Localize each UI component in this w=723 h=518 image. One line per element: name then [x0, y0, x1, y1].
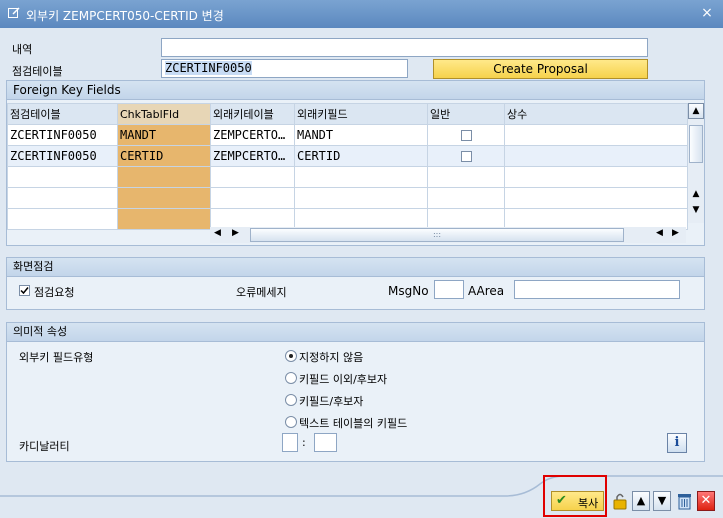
horizontal-scroll-thumb[interactable]: ::: — [250, 228, 624, 242]
check-table-value: ZCERTINF0050 — [165, 61, 252, 75]
scroll-down-icon[interactable]: ▼ — [688, 205, 704, 219]
check-required-label: 점검요청 — [34, 286, 75, 299]
cell-general — [427, 124, 505, 146]
cardinality-left-input[interactable] — [282, 433, 298, 452]
close-icon[interactable]: × — [699, 5, 715, 21]
screen-check-panel: 화면점검 점검요청 오류메세지 MsgNo AArea — [6, 257, 705, 310]
semantic-attributes-title: 의미적 속성 — [7, 323, 704, 342]
copy-button-label: 복사 — [578, 497, 599, 510]
radio-non-key-candidate-label: 키필드 이외/후보자 — [299, 373, 388, 386]
cell-constant[interactable] — [504, 124, 688, 146]
cell-chk-field[interactable]: MANDT — [117, 124, 211, 146]
cell-fk-field[interactable]: CERTID — [294, 145, 428, 167]
foreign-key-panel: Foreign Key Fields 점검테이블 ChkTablFld 외래키테… — [6, 80, 705, 246]
vertical-scroll-thumb[interactable] — [689, 125, 703, 163]
checkmark-icon — [20, 287, 29, 295]
col-header-fk-table[interactable]: 외래키테이블 — [210, 103, 295, 125]
radio-key-candidate-label: 키필드/후보자 — [299, 395, 364, 408]
col-header-constant[interactable]: 상수 — [504, 103, 688, 125]
trash-icon[interactable] — [675, 491, 694, 511]
scroll-up-icon[interactable]: ▲ — [688, 103, 704, 119]
scroll-left-end-icon[interactable]: ◀ — [656, 228, 663, 238]
error-message-label: 오류메세지 — [236, 286, 287, 299]
radio-text-table-key[interactable] — [285, 416, 297, 428]
table-row[interactable]: ZCERTINF0050 CERTID ZEMPCERTO… CERTID — [7, 145, 688, 167]
lock-icon[interactable] — [611, 491, 630, 511]
cardinality-separator: : — [302, 436, 306, 449]
checkmark-icon: ✔ — [556, 493, 567, 508]
radio-key-candidate[interactable] — [285, 394, 297, 406]
cancel-icon[interactable]: ✕ — [697, 491, 715, 511]
foreign-key-panel-title: Foreign Key Fields — [7, 81, 704, 100]
cell-constant[interactable] — [504, 145, 688, 167]
fk-field-type-label: 외부키 필드유형 — [19, 351, 94, 364]
table-row-empty[interactable] — [7, 166, 688, 188]
copy-button[interactable]: ✔ 복사 — [551, 491, 604, 511]
scroll-up-small-icon[interactable]: ▲ — [688, 189, 704, 203]
scroll-right-icon[interactable]: ▶ — [232, 228, 239, 238]
cell-chk-field[interactable]: CERTID — [117, 145, 211, 167]
description-input[interactable] — [161, 38, 648, 57]
aarea-input[interactable] — [514, 280, 680, 299]
table-header-row: 점검테이블 ChkTablFld 외래키테이블 외래키필드 일반 상수 — [7, 103, 688, 125]
col-header-chk-field[interactable]: ChkTablFld — [117, 103, 211, 125]
vertical-scrollbar[interactable]: ▲ ▲ ▼ — [688, 103, 704, 223]
semantic-attributes-panel: 의미적 속성 외부키 필드유형 지정하지 않음 키필드 이외/후보자 키필드/후… — [6, 322, 705, 462]
cell-fk-table[interactable]: ZEMPCERTO… — [210, 124, 295, 146]
foreign-key-panel-title-text: Foreign Key Fields — [13, 83, 121, 97]
info-icon[interactable]: i — [667, 433, 687, 453]
msgno-label: MsgNo — [388, 284, 429, 298]
screen-check-title: 화면점검 — [7, 258, 704, 277]
check-required-checkbox[interactable] — [19, 285, 30, 296]
radio-text-table-key-label: 텍스트 테이블의 키필드 — [299, 417, 408, 430]
cardinality-label: 카디날러티 — [19, 440, 70, 453]
col-header-general[interactable]: 일반 — [427, 103, 505, 125]
cell-general — [427, 145, 505, 167]
col-header-fk-field[interactable]: 외래키필드 — [294, 103, 428, 125]
cell-check-table[interactable]: ZCERTINF0050 — [7, 124, 118, 146]
cell-fk-table[interactable]: ZEMPCERTO… — [210, 145, 295, 167]
table-row[interactable]: ZCERTINF0050 MANDT ZEMPCERTO… MANDT — [7, 124, 688, 146]
cardinality-right-input[interactable] — [314, 433, 337, 452]
description-label: 내역 — [12, 43, 33, 56]
horizontal-scrollbar[interactable]: ◀ ▶ ::: ◀ ▶ — [210, 227, 686, 243]
create-proposal-button[interactable]: Create Proposal — [433, 59, 648, 79]
radio-non-key-candidate[interactable] — [285, 372, 297, 384]
aarea-label: AArea — [468, 284, 505, 298]
table-row-empty[interactable] — [7, 187, 688, 209]
edit-icon — [8, 7, 20, 18]
foreign-key-table: 점검테이블 ChkTablFld 외래키테이블 외래키필드 일반 상수 ZCER… — [7, 103, 688, 230]
arrow-up-icon[interactable]: ▲ — [632, 491, 650, 511]
scroll-left-icon[interactable]: ◀ — [214, 228, 221, 238]
window-title: 외부키 ZEMPCERT050-CERTID 변경 — [26, 9, 224, 23]
msgno-input[interactable] — [434, 280, 464, 299]
cell-fk-field[interactable]: MANDT — [294, 124, 428, 146]
check-table-input[interactable]: ZCERTINF0050 — [161, 59, 408, 78]
window-titlebar: 외부키 ZEMPCERT050-CERTID 변경 × — [0, 0, 723, 28]
general-checkbox[interactable] — [460, 130, 472, 141]
radio-not-specified-label: 지정하지 않음 — [299, 351, 364, 364]
check-table-label: 점검테이블 — [12, 65, 63, 78]
radio-not-specified[interactable] — [285, 350, 297, 362]
col-header-check-table[interactable]: 점검테이블 — [7, 103, 118, 125]
cell-check-table[interactable]: ZCERTINF0050 — [7, 145, 118, 167]
general-checkbox[interactable] — [460, 151, 472, 162]
arrow-down-icon[interactable]: ▼ — [653, 491, 671, 511]
scroll-right-end-icon[interactable]: ▶ — [672, 228, 679, 238]
